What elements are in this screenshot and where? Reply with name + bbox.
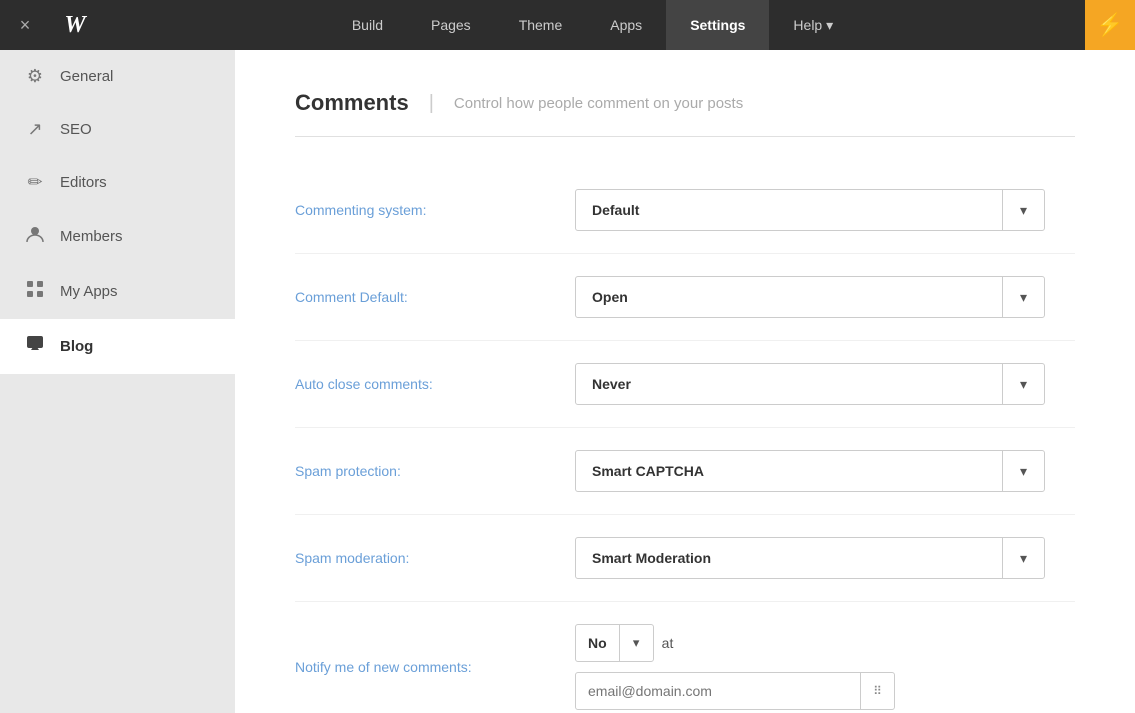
notify-inline: No ▾ at [575,624,1075,662]
commenting-system-control: Default ▾ [575,189,1075,231]
sidebar-label-blog: Blog [60,338,93,355]
nav-settings[interactable]: Settings [666,0,769,50]
logo: W [50,0,100,50]
upgrade-icon: ⚡ [1096,12,1123,38]
spam-moderation-label: Spam moderation: [295,550,575,566]
sidebar-label-editors: Editors [60,174,107,191]
commenting-system-label: Commenting system: [295,202,575,218]
sidebar: ⚙ General ↗ SEO ✏ Editors Members [0,50,235,713]
form: Commenting system: Default ▾ Comment Def… [295,167,1075,713]
close-button[interactable]: × [0,0,50,50]
auto-close-label: Auto close comments: [295,376,575,392]
sidebar-item-blog[interactable]: Blog [0,319,235,374]
comment-default-dropdown[interactable]: Open ▾ [575,276,1045,318]
comment-default-label: Comment Default: [295,289,575,305]
nav-links: Build Pages Theme Apps Settings Help ▾ [100,0,1085,50]
spam-protection-label: Spam protection: [295,463,575,479]
sidebar-item-editors[interactable]: ✏ Editors [0,156,235,209]
commenting-system-row: Commenting system: Default ▾ [295,167,1075,254]
spam-moderation-value: Smart Moderation [576,550,1002,566]
sidebar-label-seo: SEO [60,121,92,138]
nav-help[interactable]: Help ▾ [769,0,857,50]
auto-close-row: Auto close comments: Never ▾ [295,341,1075,428]
top-nav: × W Build Pages Theme Apps Settings Help… [0,0,1135,50]
dropdown-arrow-comment-default: ▾ [1002,276,1044,318]
notify-value-dropdown[interactable]: No ▾ [575,624,654,662]
sidebar-label-general: General [60,68,113,85]
nav-theme[interactable]: Theme [495,0,587,50]
sidebar-item-my-apps[interactable]: My Apps [0,264,235,319]
dropdown-arrow-commenting: ▾ [1002,189,1044,231]
auto-close-dropdown[interactable]: Never ▾ [575,363,1045,405]
editors-icon: ✏ [24,172,46,193]
spam-moderation-row: Spam moderation: Smart Moderation ▾ [295,515,1075,602]
sidebar-label-my-apps: My Apps [60,283,118,300]
notify-control: No ▾ at ⠿ [575,624,1075,710]
email-dots-button[interactable]: ⠿ [860,672,894,710]
apps-icon [24,280,46,303]
comment-default-row: Comment Default: Open ▾ [295,254,1075,341]
nav-pages[interactable]: Pages [407,0,495,50]
members-icon [24,225,46,248]
notify-label: Notify me of new comments: [295,659,575,675]
sidebar-item-seo[interactable]: ↗ SEO [0,103,235,156]
spam-protection-dropdown[interactable]: Smart CAPTCHA ▾ [575,450,1045,492]
spam-protection-control: Smart CAPTCHA ▾ [575,450,1075,492]
seo-icon: ↗ [24,119,46,140]
nav-build[interactable]: Build [328,0,407,50]
page-header: Comments | Control how people comment on… [295,90,1075,137]
gear-icon: ⚙ [24,66,46,87]
auto-close-value: Never [576,376,1002,392]
blog-icon [24,335,46,358]
page-title: Comments [295,90,409,116]
dropdown-arrow-spam-protection: ▾ [1002,450,1044,492]
spam-moderation-control: Smart Moderation ▾ [575,537,1075,579]
nav-apps[interactable]: Apps [586,0,666,50]
notify-value: No [576,635,619,651]
spam-protection-row: Spam protection: Smart CAPTCHA ▾ [295,428,1075,515]
sidebar-item-members[interactable]: Members [0,209,235,264]
spam-moderation-dropdown[interactable]: Smart Moderation ▾ [575,537,1045,579]
weebly-logo: W [64,12,85,39]
main-layout: ⚙ General ↗ SEO ✏ Editors Members [0,50,1135,713]
page-subtitle: Control how people comment on your posts [454,95,743,112]
commenting-system-value: Default [576,202,1002,218]
spam-protection-value: Smart CAPTCHA [576,463,1002,479]
header-divider: | [429,92,434,115]
notify-at-label: at [662,635,674,651]
close-icon: × [20,15,31,36]
notify-fields: No ▾ at ⠿ [575,624,1075,710]
upgrade-button[interactable]: ⚡ [1085,0,1135,50]
dropdown-arrow-auto-close: ▾ [1002,363,1044,405]
email-input-row: ⠿ [575,672,895,710]
auto-close-control: Never ▾ [575,363,1075,405]
sidebar-label-members: Members [60,228,123,245]
sidebar-item-general[interactable]: ⚙ General [0,50,235,103]
notify-row: Notify me of new comments: No ▾ at ⠿ [295,602,1075,713]
commenting-system-dropdown[interactable]: Default ▾ [575,189,1045,231]
comment-default-control: Open ▾ [575,276,1075,318]
dropdown-arrow-spam-moderation: ▾ [1002,537,1044,579]
main-content: Comments | Control how people comment on… [235,50,1135,713]
notify-dropdown-arrow: ▾ [619,624,653,662]
email-input[interactable] [576,683,860,699]
comment-default-value: Open [576,289,1002,305]
